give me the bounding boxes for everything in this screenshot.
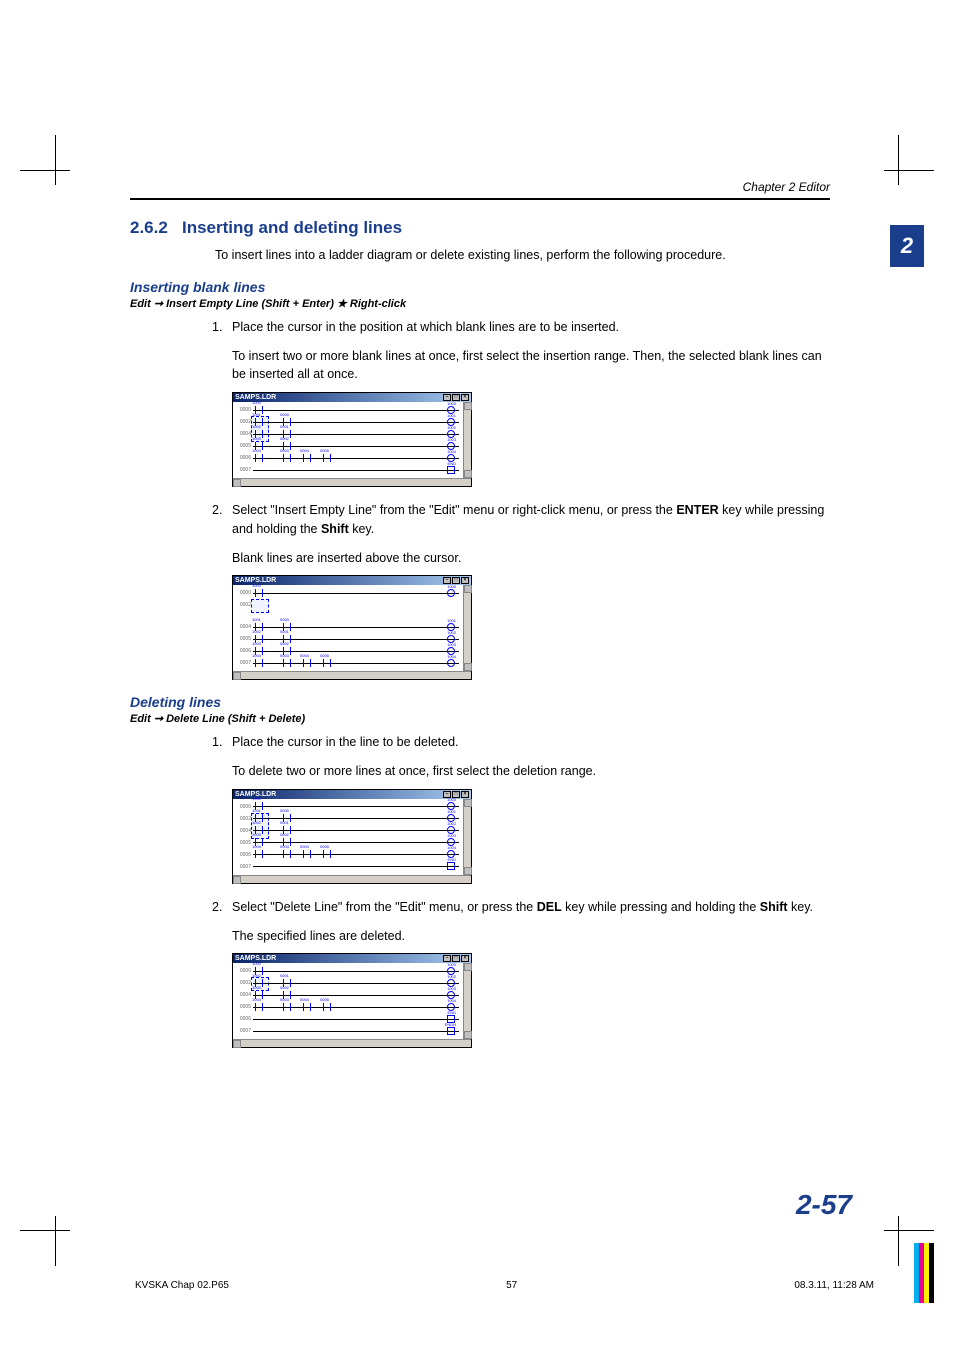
screenshot-insert-after: SAMPS.LDR – □ × 0000 0002 0004 0005 0006… bbox=[232, 575, 830, 680]
window-titlebar: SAMPS.LDR – □ × bbox=[233, 393, 471, 402]
deleting-heading: Deleting lines bbox=[130, 694, 830, 710]
deleting-step-2-note: The specified lines are deleted. bbox=[232, 927, 830, 946]
menu-path-text: Edit ➞ Insert Empty Line (Shift + Enter) bbox=[130, 298, 337, 310]
close-icon: × bbox=[461, 577, 469, 584]
close-icon: × bbox=[461, 955, 469, 962]
registration-color-bars bbox=[914, 1243, 934, 1303]
scrollbar-horizontal bbox=[233, 671, 471, 679]
deleting-menu-path: Edit ➞ Delete Line (Shift + Delete) bbox=[130, 712, 830, 725]
deleting-step-1: 1. Place the cursor in the line to be de… bbox=[212, 733, 830, 752]
keyboard-key: ENTER bbox=[676, 503, 718, 517]
screenshot-delete-after: SAMPS.LDR – □ × 0000 0002 0004 0005 0006… bbox=[232, 953, 830, 1048]
scrollbar-horizontal bbox=[233, 1039, 471, 1047]
menu-path-text: Right-click bbox=[347, 298, 406, 310]
screenshot-insert-before: SAMPS.LDR – □ × 0000 0002 0004 0005 0006… bbox=[232, 392, 830, 487]
step-text: Select "Insert Empty Line" from the "Edi… bbox=[232, 501, 830, 539]
chapter-tab-badge: 2 bbox=[890, 225, 924, 267]
ladder-diagram: 0000 0002 0004 0005 0006 0007 bbox=[233, 402, 463, 478]
inserting-step-2: 2. Select "Insert Empty Line" from the "… bbox=[212, 501, 830, 539]
section-number: 2.6.2 bbox=[130, 218, 168, 237]
keyboard-key: Shift bbox=[321, 522, 349, 536]
inserting-heading: Inserting blank lines bbox=[130, 279, 830, 295]
inserting-step-2-note: Blank lines are inserted above the curso… bbox=[232, 549, 830, 568]
keyboard-key: DEL bbox=[537, 900, 562, 914]
scrollbar-vertical bbox=[463, 585, 471, 671]
ladder-diagram: 0000 0002 0004 0005 0006 0007 bbox=[233, 963, 463, 1039]
screenshot-delete-before: SAMPS.LDR – □ × 0000 0002 0004 0005 0006… bbox=[232, 789, 830, 884]
ladder-diagram: 0000 0002 0004 0005 0006 0007 bbox=[233, 585, 463, 671]
print-footer: KVSKA Chap 02.P65 57 08.3.11, 11:28 AM bbox=[135, 1280, 874, 1291]
close-icon: × bbox=[461, 394, 469, 401]
footer-file: KVSKA Chap 02.P65 bbox=[135, 1280, 229, 1291]
color-bar bbox=[929, 1243, 934, 1303]
page-number: 2-57 bbox=[796, 1189, 852, 1221]
page-header: Chapter 2 Editor bbox=[130, 180, 830, 200]
footer-timestamp: 08.3.11, 11:28 AM bbox=[794, 1280, 874, 1291]
step-text: Place the cursor in the line to be delet… bbox=[232, 733, 830, 752]
window-titlebar: SAMPS.LDR – □ × bbox=[233, 790, 471, 799]
step-number: 2. bbox=[212, 501, 232, 539]
deleting-step-1-note: To delete two or more lines at once, fir… bbox=[232, 762, 830, 781]
section-title-text: Inserting and deleting lines bbox=[182, 218, 402, 237]
inserting-step-1-note: To insert two or more blank lines at onc… bbox=[232, 347, 830, 385]
scrollbar-vertical bbox=[463, 402, 471, 478]
step-number: 2. bbox=[212, 898, 232, 917]
close-icon: × bbox=[461, 791, 469, 798]
scrollbar-horizontal bbox=[233, 478, 471, 486]
inserting-step-1: 1. Place the cursor in the position at w… bbox=[212, 318, 830, 337]
window-titlebar: SAMPS.LDR – □ × bbox=[233, 576, 471, 585]
step-number: 1. bbox=[212, 733, 232, 752]
window-titlebar: SAMPS.LDR – □ × bbox=[233, 954, 471, 963]
star-icon: ★ bbox=[337, 298, 347, 310]
step-text: Place the cursor in the position at whic… bbox=[232, 318, 830, 337]
inserting-menu-path: Edit ➞ Insert Empty Line (Shift + Enter)… bbox=[130, 297, 830, 310]
keyboard-key: Shift bbox=[760, 900, 788, 914]
section-intro: To insert lines into a ladder diagram or… bbox=[215, 246, 830, 265]
step-number: 1. bbox=[212, 318, 232, 337]
scrollbar-horizontal bbox=[233, 875, 471, 883]
deleting-step-2: 2. Select "Delete Line" from the "Edit" … bbox=[212, 898, 830, 917]
step-text: Select "Delete Line" from the "Edit" men… bbox=[232, 898, 830, 917]
ladder-diagram: 0000 0002 0004 0005 0006 0007 bbox=[233, 799, 463, 875]
section-heading: 2.6.2 Inserting and deleting lines bbox=[130, 218, 830, 238]
scrollbar-vertical bbox=[463, 963, 471, 1039]
footer-page: 57 bbox=[506, 1280, 517, 1291]
scrollbar-vertical bbox=[463, 799, 471, 875]
